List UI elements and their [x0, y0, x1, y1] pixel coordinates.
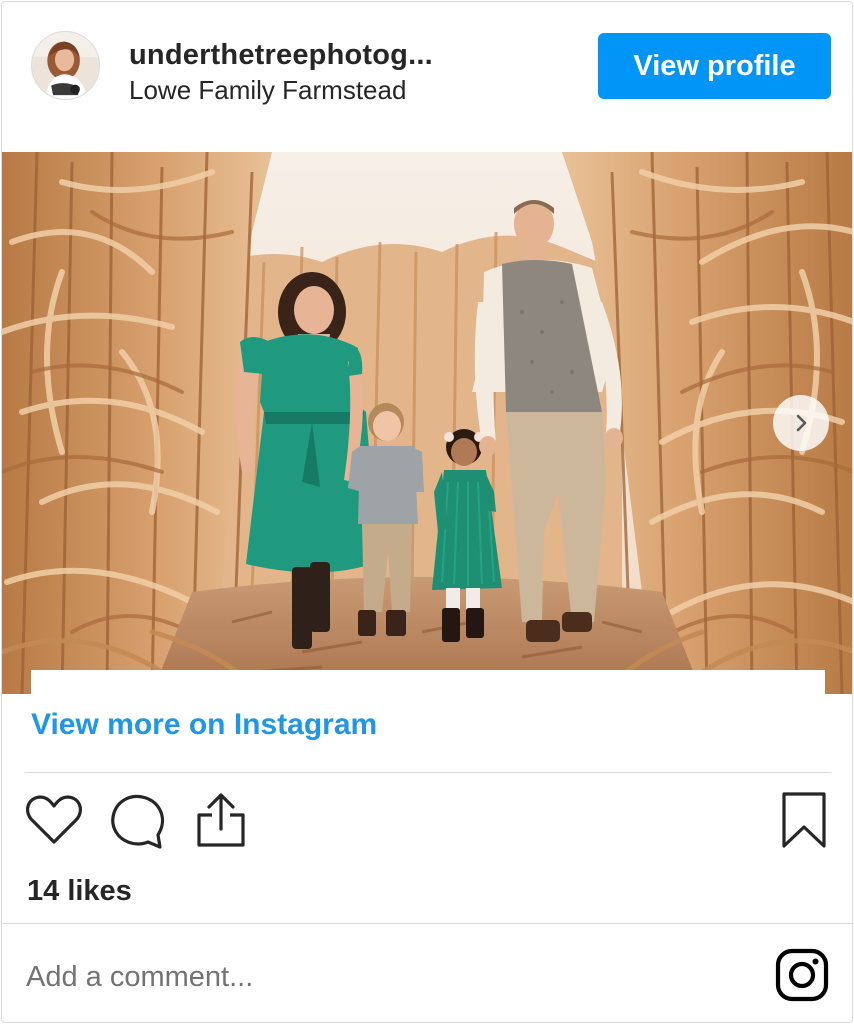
- instagram-icon: [775, 948, 829, 1002]
- avatar[interactable]: [31, 31, 100, 100]
- bookmark-icon: [782, 792, 826, 848]
- like-button[interactable]: [25, 791, 83, 849]
- photo-caption-strip: [31, 670, 825, 694]
- post-header: underthetreephotog... Lowe Family Farmst…: [2, 2, 852, 152]
- share-button[interactable]: [192, 791, 250, 849]
- user-block: underthetreephotog... Lowe Family Farmst…: [129, 38, 579, 106]
- next-photo-button[interactable]: [773, 395, 829, 451]
- avatar-image: [32, 32, 99, 99]
- likes-count[interactable]: 14 likes: [27, 873, 132, 909]
- save-button[interactable]: [775, 791, 833, 849]
- post-photo[interactable]: [2, 152, 852, 694]
- comment-icon: [111, 794, 165, 849]
- family-cornfield-photo: [2, 152, 852, 694]
- heart-icon: [26, 795, 82, 844]
- username-link[interactable]: underthetreephotog...: [129, 38, 579, 72]
- instagram-embed-card: underthetreephotog... Lowe Family Farmst…: [1, 1, 853, 1023]
- instagram-logo-link[interactable]: [775, 948, 829, 1002]
- share-icon: [197, 793, 245, 847]
- divider: [2, 923, 852, 924]
- divider: [25, 772, 831, 773]
- view-more-link[interactable]: View more on Instagram: [31, 706, 377, 744]
- view-profile-button[interactable]: View profile: [598, 33, 831, 99]
- chevron-right-icon: [796, 414, 807, 432]
- comment-button[interactable]: [108, 791, 166, 849]
- location-link[interactable]: Lowe Family Farmstead: [129, 74, 579, 106]
- add-comment-input[interactable]: [26, 952, 726, 1002]
